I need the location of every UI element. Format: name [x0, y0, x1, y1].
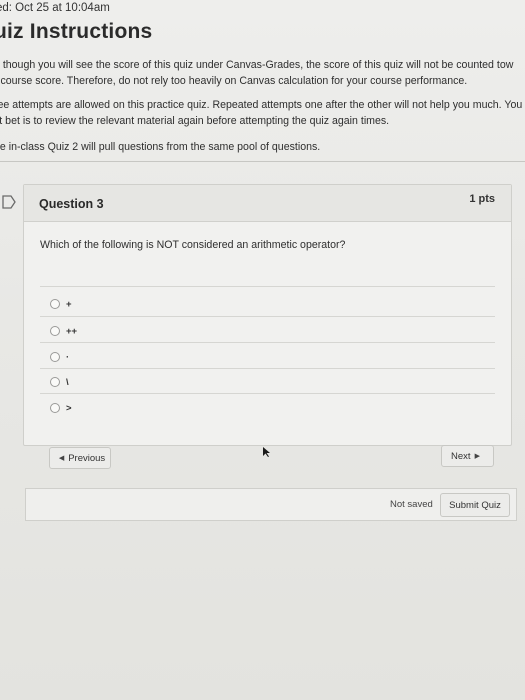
radio-button[interactable] — [50, 377, 60, 387]
answer-divider — [40, 316, 495, 317]
answer-option[interactable]: \ — [50, 374, 69, 390]
mouse-cursor-icon — [263, 444, 271, 457]
answer-option[interactable]: + — [50, 296, 72, 312]
answer-label: ++ — [66, 325, 78, 337]
instructions-paragraph-1: n though you will see the score of this … — [0, 58, 513, 89]
instructions-line: r course score. Therefore, do not rely t… — [0, 74, 468, 87]
previous-button[interactable]: ◀ Previous — [49, 447, 111, 469]
previous-label: Previous — [68, 452, 106, 464]
instructions-paragraph-3: ne in-class Quiz 2 will pull questions f… — [0, 140, 320, 156]
submit-quiz-button[interactable]: Submit Quiz — [440, 493, 510, 517]
answers-divider — [40, 286, 495, 287]
question-points: 1 pts — [469, 193, 495, 205]
radio-button[interactable] — [50, 352, 60, 362]
question-card: Question 3 1 pts Which of the following … — [23, 184, 512, 446]
page-title: uiz Instructions — [0, 20, 153, 43]
quiz-footer: Not saved Submit Quiz — [25, 488, 517, 521]
quiz-started-timestamp: ed: Oct 25 at 10:04am — [0, 2, 110, 14]
answer-label: \ — [66, 376, 69, 388]
question-header: Question 3 1 pts — [24, 185, 511, 222]
answer-label: > — [66, 402, 72, 414]
answer-option[interactable]: ++ — [50, 323, 77, 339]
radio-button[interactable] — [50, 403, 60, 413]
answer-label: + — [66, 298, 72, 310]
question-text: Which of the following is NOT considered… — [40, 239, 346, 251]
instructions-paragraph-2: ree attempts are allowed on this practic… — [0, 98, 522, 129]
answer-divider — [40, 393, 495, 394]
answer-option[interactable]: · — [50, 349, 69, 365]
answer-divider — [40, 342, 495, 343]
radio-button[interactable] — [50, 326, 60, 336]
answer-label: · — [66, 351, 70, 363]
next-button[interactable]: Next ▶ — [441, 445, 494, 467]
radio-button[interactable] — [50, 299, 60, 309]
instructions-line: ne in-class Quiz 2 will pull questions f… — [0, 141, 321, 153]
triangle-left-icon: ◀ — [58, 455, 65, 462]
answer-divider — [40, 368, 495, 369]
instructions-line: n though you will see the score of this … — [0, 59, 514, 71]
question-name: Question 3 — [39, 197, 104, 211]
answer-option[interactable]: > — [50, 400, 72, 416]
triangle-right-icon: ▶ — [474, 453, 480, 460]
save-status: Not saved — [390, 499, 433, 510]
instructions-line: st bet is to review the relevant materia… — [0, 114, 390, 127]
bookmark-flag-icon[interactable] — [2, 195, 16, 209]
quiz-page: ed: Oct 25 at 10:04am uiz Instructions n… — [0, 0, 525, 700]
instructions-line: ree attempts are allowed on this practic… — [0, 99, 523, 111]
section-divider — [0, 161, 525, 162]
next-label: Next — [451, 450, 471, 462]
